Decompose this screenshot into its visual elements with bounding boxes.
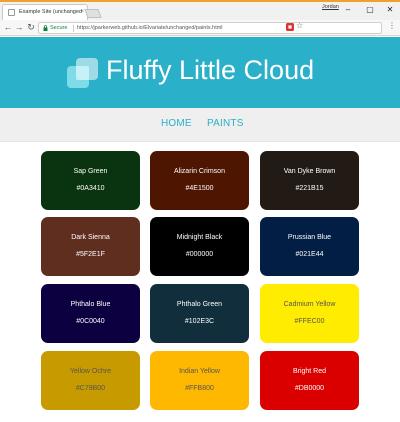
paint-name: Sap Green — [73, 168, 108, 175]
paint-name: Yellow Ochre — [70, 368, 111, 375]
page-icon — [8, 9, 15, 16]
paint-card[interactable]: Midnight Black #000000 — [150, 217, 249, 276]
paint-name: Prussian Blue — [287, 234, 332, 241]
paint-name: Bright Red — [292, 368, 327, 375]
paint-name: Indian Yellow — [179, 368, 220, 375]
paint-name: Van Dyke Brown — [283, 168, 336, 175]
paint-card[interactable]: Prussian Blue #021E44 — [260, 217, 359, 276]
new-tab-button[interactable] — [84, 9, 102, 18]
paint-card[interactable]: Indian Yellow #FFB800 — [150, 351, 249, 410]
address-bar[interactable]: Secure https://jparkerweb.github.io/Elva… — [38, 22, 382, 34]
maximize-icon[interactable]: ▢ — [360, 3, 380, 17]
browser-menu-icon[interactable]: ⋮ — [388, 21, 396, 30]
browser-titlebar: Example Site (unchanged × Jordan – ▢ ✕ — [0, 0, 400, 20]
paint-name: Dark Sienna — [71, 234, 110, 241]
paint-code: #5F2E1F — [76, 251, 105, 258]
paint-code: #0C0040 — [76, 318, 105, 325]
paint-code: #FFEC00 — [294, 318, 325, 325]
address-divider — [73, 25, 74, 32]
user-profile-label[interactable]: Jordan — [322, 4, 339, 10]
extension-icon[interactable] — [286, 23, 294, 31]
reload-icon[interactable]: ↻ — [25, 20, 37, 36]
secure-label: Secure — [50, 25, 68, 31]
paint-card[interactable]: Dark Sienna #5F2E1F — [41, 217, 140, 276]
tab-close-icon[interactable]: × — [80, 5, 84, 20]
paint-code: #FFB800 — [185, 385, 214, 392]
paint-card[interactable]: Yellow Ochre #C79B00 — [41, 351, 140, 410]
lock-icon — [43, 25, 48, 31]
site-nav — [0, 108, 400, 142]
paint-card[interactable]: Phthalo Green #102E3C — [150, 284, 249, 343]
paint-code: #0A3410 — [76, 185, 105, 192]
url-text[interactable]: https://jparkerweb.github.io/Elvariate/u… — [77, 23, 223, 33]
paint-card[interactable]: Cadmium Yellow #FFEC00 — [260, 284, 359, 343]
nav-link-paints[interactable]: PAINTS — [207, 118, 244, 129]
paint-code: #4E1500 — [185, 185, 214, 192]
minimize-icon[interactable]: – — [338, 3, 358, 17]
paint-code: #DB0000 — [294, 385, 325, 392]
paint-code: #021E44 — [295, 251, 324, 258]
paint-name: Phthalo Green — [176, 301, 223, 308]
paint-name: Midnight Black — [176, 234, 223, 241]
paint-card[interactable]: Sap Green #0A3410 — [41, 151, 140, 210]
paint-code: #221B15 — [295, 185, 324, 192]
tab-title: Example Site (unchanged — [19, 9, 82, 15]
forward-icon[interactable]: → — [13, 20, 25, 36]
paint-card[interactable]: Phthalo Blue #0C0040 — [41, 284, 140, 343]
paint-name: Phthalo Blue — [70, 301, 111, 308]
browser-toolbar: ← → ↻ Secure https://jparkerweb.github.i… — [0, 20, 400, 36]
paint-name: Cadmium Yellow — [283, 301, 336, 308]
site-title[interactable]: Fluffy Little Cloud — [106, 55, 314, 86]
paint-card[interactable]: Bright Red #DB0000 — [260, 351, 359, 410]
nav-link-home[interactable]: HOME — [161, 118, 192, 129]
paint-code: #000000 — [185, 251, 214, 258]
browser-tab[interactable]: Example Site (unchanged × — [2, 4, 88, 20]
paint-card[interactable]: Van Dyke Brown #221B15 — [260, 151, 359, 210]
paint-name: Alizarin Crimson — [174, 168, 225, 175]
paint-code: #C79B00 — [75, 385, 106, 392]
paint-code: #102E3C — [184, 318, 215, 325]
cloud-squares-icon[interactable] — [66, 57, 100, 91]
close-icon[interactable]: ✕ — [380, 3, 400, 17]
paint-card[interactable]: Alizarin Crimson #4E1500 — [150, 151, 249, 210]
bookmark-star-icon[interactable]: ☆ — [296, 21, 303, 30]
